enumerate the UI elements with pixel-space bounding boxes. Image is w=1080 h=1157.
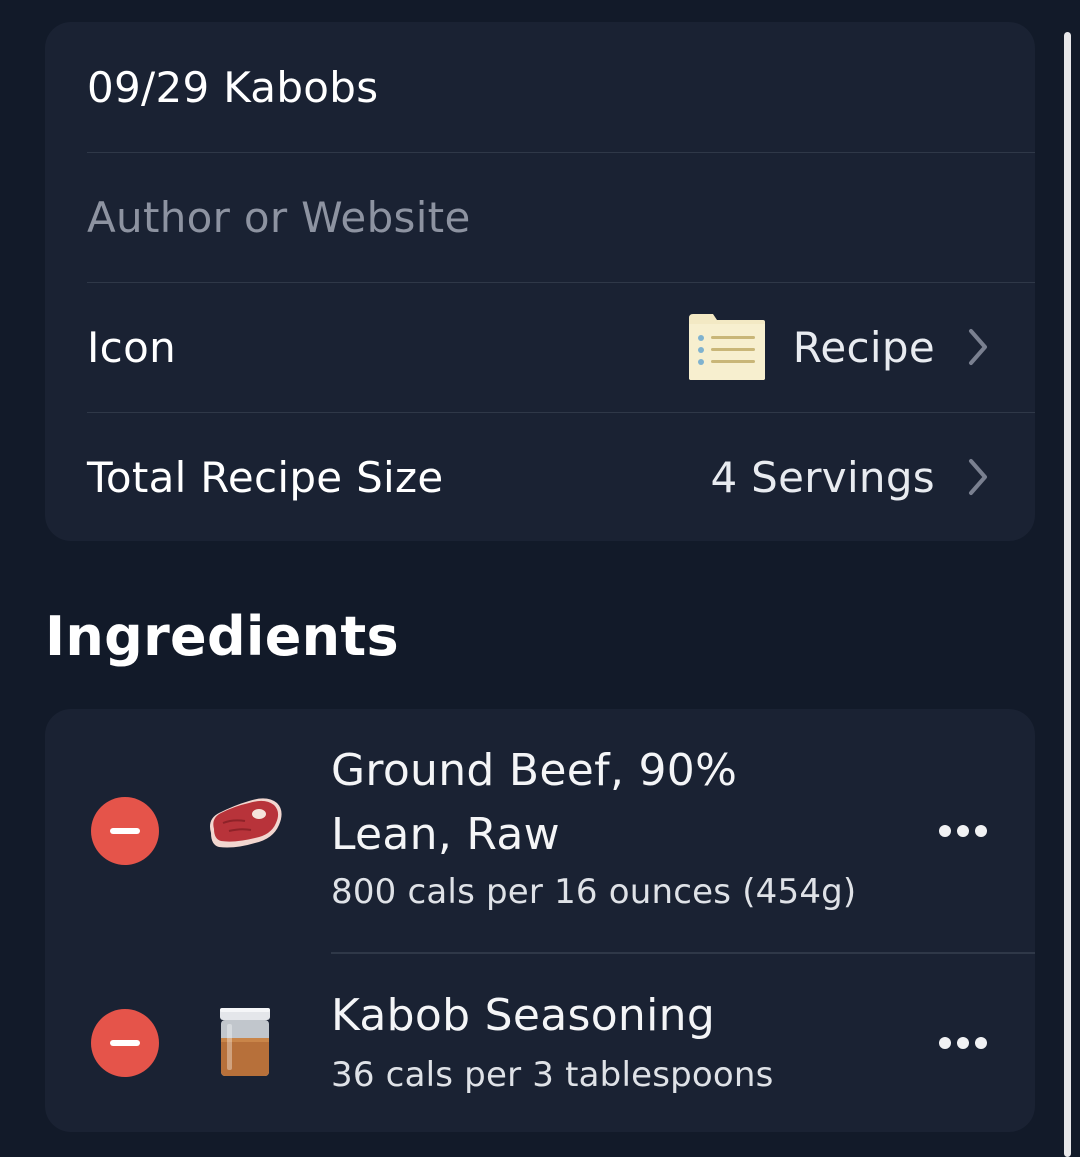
recipe-size-label: Total Recipe Size <box>87 452 444 502</box>
icon-value: Recipe <box>792 322 935 372</box>
recipe-size-row[interactable]: Total Recipe Size 4 Servings <box>87 412 1035 541</box>
icon-row[interactable]: Icon Recipe <box>87 282 1035 413</box>
steak-icon <box>210 798 282 848</box>
ingredient-row[interactable]: Kabob Seasoning 36 cals per 3 tablespoon… <box>45 952 1035 1132</box>
recipe-title-field[interactable]: 09/29 Kabobs <box>87 63 378 112</box>
ingredients-heading: Ingredients <box>45 605 399 668</box>
recipe-title-row[interactable]: 09/29 Kabobs <box>87 22 1035 153</box>
recipe-size-value: 4 Servings <box>710 452 935 502</box>
ingredient-calories: 800 cals per 16 ounces (454g) <box>331 872 857 912</box>
ingredient-calories: 36 cals per 3 tablespoons <box>331 1055 774 1095</box>
recipe-details-card: 09/29 Kabobs Author or Website Icon Reci… <box>45 22 1035 541</box>
ingredient-row[interactable]: Ground Beef, 90% Lean, Raw 800 cals per … <box>45 709 1035 952</box>
spice-jar-icon <box>220 1008 270 1076</box>
more-dot-icon <box>939 825 951 837</box>
ingredient-name: Ground Beef, 90% <box>331 745 738 796</box>
chevron-right-icon <box>969 329 987 365</box>
more-dot-icon <box>975 825 987 837</box>
icon-label: Icon <box>87 322 176 372</box>
ingredient-text: Ground Beef, 90% Lean, Raw 800 cals per … <box>331 739 856 915</box>
scrollbar[interactable] <box>1064 32 1071 1157</box>
more-dot-icon <box>939 1037 951 1049</box>
author-field[interactable]: Author or Website <box>87 193 471 242</box>
chevron-right-icon <box>969 459 987 495</box>
remove-ingredient-button[interactable] <box>91 1009 159 1077</box>
ingredient-text: Kabob Seasoning 36 cals per 3 tablespoon… <box>331 984 774 1098</box>
more-options-button[interactable] <box>939 823 987 839</box>
recipe-card-icon <box>688 314 765 380</box>
more-dot-icon <box>975 1037 987 1049</box>
remove-ingredient-button[interactable] <box>91 797 159 865</box>
more-dot-icon <box>957 825 969 837</box>
more-options-button[interactable] <box>939 1035 987 1051</box>
author-row[interactable]: Author or Website <box>87 152 1035 283</box>
recipe-size-selector[interactable]: 4 Servings <box>710 412 989 541</box>
ingredient-name-continued: Lean, Raw <box>331 809 560 860</box>
icon-selector[interactable]: Recipe <box>687 282 989 412</box>
ingredient-name: Kabob Seasoning <box>331 990 716 1041</box>
more-dot-icon <box>957 1037 969 1049</box>
ingredients-card: Ground Beef, 90% Lean, Raw 800 cals per … <box>45 709 1035 1132</box>
